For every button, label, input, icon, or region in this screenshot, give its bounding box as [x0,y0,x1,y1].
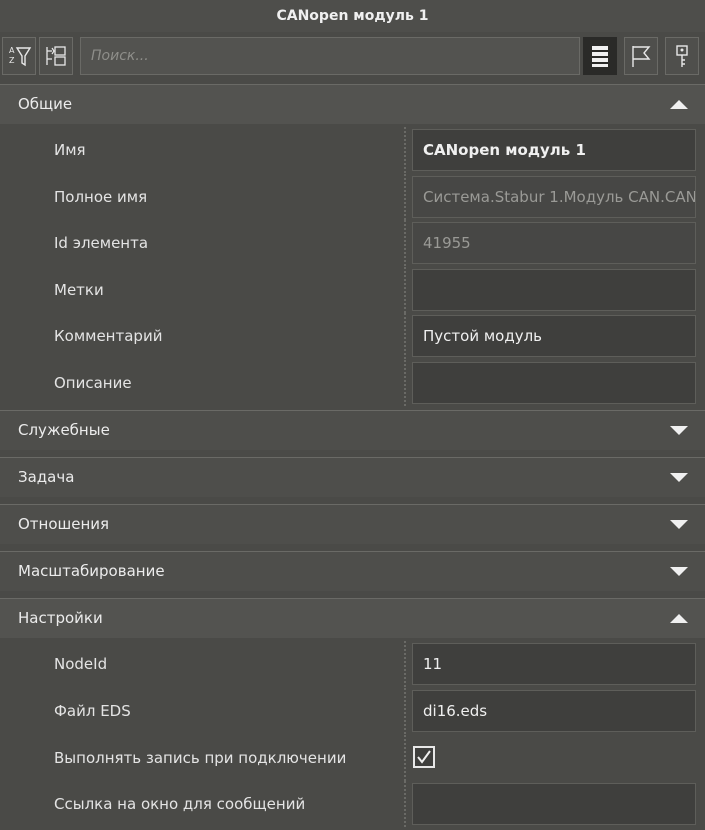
svg-text:A: A [9,46,15,55]
section-service-label: Служебные [18,421,110,439]
property-row-full-name: Полное имя Система.Stabur 1.Модуль CAN.C… [0,174,705,220]
property-label: Метки [54,281,104,299]
property-label: Имя [54,141,86,159]
sort-az-filter-icon[interactable]: A Z [2,37,36,75]
property-row-element-id: Id элемента 41955 [0,220,705,266]
list-view-icon[interactable] [583,37,617,75]
splitter[interactable] [404,781,410,827]
splitter[interactable] [404,127,410,173]
property-label: Ссылка на окно для сообщений [54,795,306,813]
property-label: Полное имя [54,188,148,206]
section-settings-label: Настройки [18,609,103,627]
property-row-comment: Комментарий Пустой модуль [0,313,705,359]
section-service-header[interactable]: Служебные [0,410,705,450]
property-label: Выполнять запись при подключении [54,749,347,767]
checkmark-icon [417,750,431,764]
splitter[interactable] [404,735,410,781]
expand-arrow-icon[interactable] [670,426,688,435]
splitter[interactable] [404,313,410,359]
expand-arrow-icon[interactable] [670,473,688,482]
section-task-header[interactable]: Задача [0,457,705,497]
comment-field[interactable]: Пустой модуль [412,315,696,357]
property-row-tags: Метки [0,267,705,313]
collapse-arrow-icon[interactable] [670,100,688,109]
property-row-eds-file: Файл EDS di16.eds [0,688,705,734]
eds-file-field[interactable]: di16.eds [412,690,696,732]
message-window-field[interactable] [412,783,696,825]
splitter[interactable] [404,360,410,406]
description-field[interactable] [412,362,696,404]
expand-arrow-icon[interactable] [670,520,688,529]
property-row-message-window: Ссылка на окно для сообщений [0,781,705,827]
full-name-field: Система.Stabur 1.Модуль CAN.CANopen моду… [412,176,696,218]
node-id-field[interactable]: 11 [412,643,696,685]
property-row-node-id: NodeId 11 [0,641,705,687]
section-settings-header[interactable]: Настройки [0,598,705,638]
section-scaling-label: Масштабирование [18,562,165,580]
splitter[interactable] [404,641,410,687]
element-id-field: 41955 [412,222,696,264]
name-field[interactable]: CANopen модуль 1 [412,129,696,171]
expand-collapse-icon[interactable] [39,37,73,75]
splitter[interactable] [404,688,410,734]
splitter[interactable] [404,174,410,220]
splitter[interactable] [404,220,410,266]
section-relations-label: Отношения [18,515,110,533]
tags-field[interactable] [412,269,696,311]
property-label: NodeId [54,655,108,673]
splitter[interactable] [404,267,410,313]
section-general-header[interactable]: Общие [0,84,705,124]
section-general-label: Общие [18,95,73,113]
section-scaling-header[interactable]: Масштабирование [0,551,705,591]
key-icon[interactable] [665,37,699,75]
window-title: CANopen модуль 1 [0,0,705,32]
section-relations-header[interactable]: Отношения [0,504,705,544]
property-label: Id элемента [54,234,149,252]
property-row-write-on-connect: Выполнять запись при подключении [0,735,705,781]
property-row-description: Описание [0,360,705,406]
collapse-arrow-icon[interactable] [670,614,688,623]
property-label: Комментарий [54,327,163,345]
svg-text:Z: Z [9,56,15,65]
search-input[interactable] [80,37,580,75]
flag-icon[interactable] [624,37,658,75]
toolbar: A Z [0,36,705,80]
write-on-connect-checkbox[interactable] [413,746,435,768]
property-label: Описание [54,374,132,392]
expand-arrow-icon[interactable] [670,567,688,576]
section-task-label: Задача [18,468,75,486]
property-label: Файл EDS [54,702,131,720]
property-row-name: Имя CANopen модуль 1 [0,127,705,173]
